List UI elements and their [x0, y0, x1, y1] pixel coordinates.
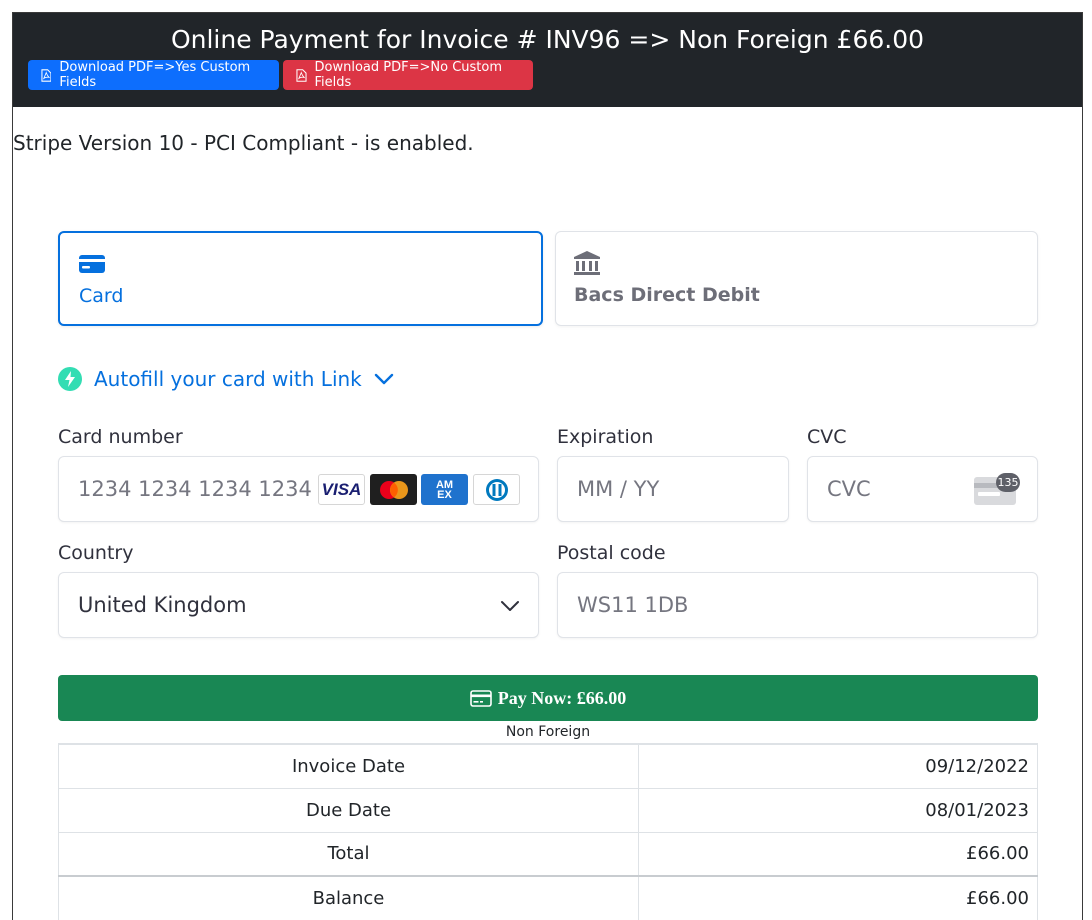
pay-now-label: Pay Now: £66.00: [497, 687, 627, 708]
download-pdf-custom-fields-button[interactable]: Download PDF=>Yes Custom Fields: [28, 60, 279, 90]
pdf-icon: [41, 68, 52, 82]
card-icon: [79, 255, 105, 273]
table-row: Balance £66.00: [58, 875, 1038, 920]
download-pdf-yes-label: Download PDF=>Yes Custom Fields: [59, 60, 251, 90]
due-date-value: 08/01/2023: [638, 787, 1038, 833]
country-select[interactable]: United Kingdom: [58, 572, 539, 638]
country-label: Country: [58, 542, 134, 564]
download-pdf-no-label: Download PDF=>No Custom Fields: [314, 60, 502, 90]
cvc-badge: 135: [996, 473, 1020, 492]
page-title: Online Payment for Invoice # INV96 => No…: [170, 25, 925, 54]
invoice-date-label: Invoice Date: [58, 743, 639, 789]
balance-value: £66.00: [638, 875, 1038, 920]
table-row: Invoice Date 09/12/2022: [58, 743, 1038, 789]
pay-now-button[interactable]: Pay Now: £66.00: [58, 675, 1038, 721]
payment-tab-card-label: Card: [79, 285, 124, 307]
page-header: Online Payment for Invoice # INV96 => No…: [13, 13, 1082, 107]
expiration-label: Expiration: [557, 426, 654, 448]
table-row: Total £66.00: [58, 831, 1038, 877]
payment-tab-card[interactable]: Card: [58, 231, 543, 326]
download-pdf-no-custom-fields-button[interactable]: Download PDF=>No Custom Fields: [283, 60, 533, 90]
cvc-placeholder: CVC: [827, 477, 871, 501]
link-bolt-icon: [58, 367, 82, 391]
diners-logo: [473, 474, 520, 505]
chevron-down-icon: [501, 601, 519, 611]
country-value: United Kingdom: [78, 593, 247, 617]
cvc-card-icon: 135: [974, 473, 1020, 507]
bank-icon: [574, 251, 600, 275]
postal-code-input[interactable]: WS11 1DB: [557, 572, 1038, 638]
card-number-label: Card number: [58, 426, 183, 448]
link-autofill-label: Autofill your card with Link: [94, 367, 362, 391]
payment-tab-bacs-label: Bacs Direct Debit: [574, 284, 760, 306]
invoice-payment-page: Online Payment for Invoice # INV96 => No…: [12, 12, 1083, 920]
mastercard-logo: [370, 474, 417, 505]
stripe-status-text: Stripe Version 10 - PCI Compliant - is e…: [13, 131, 474, 155]
postal-code-placeholder: WS11 1DB: [577, 593, 689, 617]
link-autofill-toggle[interactable]: Autofill your card with Link: [58, 365, 394, 393]
cvc-label: CVC: [807, 426, 847, 448]
total-label: Total: [58, 831, 639, 877]
amex-logo: AM EX: [421, 474, 468, 505]
postal-code-label: Postal code: [557, 542, 666, 564]
payment-tab-bacs[interactable]: Bacs Direct Debit: [555, 231, 1038, 326]
invoice-date-value: 09/12/2022: [638, 743, 1038, 789]
pdf-icon: [296, 68, 307, 82]
due-date-label: Due Date: [58, 787, 639, 833]
balance-label: Balance: [58, 875, 639, 920]
table-row: Due Date 08/01/2023: [58, 787, 1038, 833]
card-number-placeholder: 1234 1234 1234 1234: [78, 477, 312, 501]
total-value: £66.00: [638, 831, 1038, 877]
pay-subtext: Non Foreign: [505, 724, 591, 740]
expiration-input[interactable]: MM / YY: [557, 456, 789, 522]
visa-logo: VISA: [318, 474, 365, 505]
card-number-input[interactable]: 1234 1234 1234 1234 VISA AM EX: [58, 456, 539, 522]
chevron-down-icon: [374, 373, 393, 385]
cvc-input[interactable]: CVC 135: [807, 456, 1038, 522]
credit-card-icon: [469, 689, 492, 707]
invoice-summary-table: Invoice Date 09/12/2022 Due Date 08/01/2…: [58, 743, 1038, 920]
expiration-placeholder: MM / YY: [577, 477, 660, 501]
